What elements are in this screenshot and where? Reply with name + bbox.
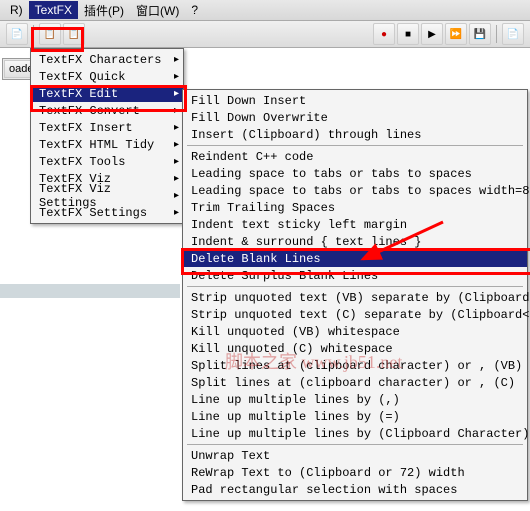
textfx-edit-submenu: Fill Down Insert Fill Down Overwrite Ins…: [182, 89, 528, 501]
mi-split-c[interactable]: Split lines at (clipboard character) or …: [183, 374, 527, 391]
mi-lineup-eq[interactable]: Line up multiple lines by (=): [183, 408, 527, 425]
mi-characters[interactable]: TextFX Characters: [31, 51, 183, 68]
mi-kill-vb[interactable]: Kill unquoted (VB) whitespace: [183, 323, 527, 340]
toolbar-btn[interactable]: 📄: [502, 23, 524, 45]
mi-split-vb[interactable]: Split lines at (clipboard character) or …: [183, 357, 527, 374]
mi-lineup-comma[interactable]: Line up multiple lines by (,): [183, 391, 527, 408]
selection-highlight: [0, 284, 180, 298]
editor-area: oade TextFX Characters TextFX Quick Text…: [0, 48, 530, 511]
menu-plugins[interactable]: 插件(P): [78, 0, 130, 21]
mi-tools[interactable]: TextFX Tools: [31, 153, 183, 170]
mi-vizsettings[interactable]: TextFX Viz Settings: [31, 187, 183, 204]
annotation-arrow-icon: [353, 217, 453, 277]
menu-window[interactable]: 窗口(W): [130, 0, 185, 21]
mi-reindent[interactable]: Reindent C++ code: [183, 148, 527, 165]
mi-lineup-clip[interactable]: Line up multiple lines by (Clipboard Cha…: [183, 425, 527, 442]
mi-trim[interactable]: Trim Trailing Spaces: [183, 199, 527, 216]
menu-sep: [187, 444, 523, 445]
mi-filldown-overwrite[interactable]: Fill Down Overwrite: [183, 109, 527, 126]
menu-prev[interactable]: R): [4, 1, 29, 19]
mi-rewrap[interactable]: ReWrap Text to (Clipboard or 72) width: [183, 464, 527, 481]
toolbar-btn[interactable]: 📄: [6, 23, 28, 45]
mi-quick[interactable]: TextFX Quick: [31, 68, 183, 85]
stop-icon[interactable]: ■: [397, 23, 419, 45]
mi-leadspace8[interactable]: Leading space to tabs or tabs to spaces …: [183, 182, 527, 199]
mi-insert-clipboard[interactable]: Insert (Clipboard) through lines: [183, 126, 527, 143]
annotation-box-2: [30, 85, 187, 112]
play-icon[interactable]: ▶: [421, 23, 443, 45]
record-icon[interactable]: ●: [373, 23, 395, 45]
mi-settings[interactable]: TextFX Settings: [31, 204, 183, 221]
mi-leadspace[interactable]: Leading space to tabs or tabs to spaces: [183, 165, 527, 182]
toolbar-sep: [496, 25, 497, 43]
mi-htmltidy[interactable]: TextFX HTML Tidy: [31, 136, 183, 153]
menu-sep: [187, 286, 523, 287]
mi-insert[interactable]: TextFX Insert: [31, 119, 183, 136]
mi-kill-c[interactable]: Kill unquoted (C) whitespace: [183, 340, 527, 357]
menu-help[interactable]: ?: [185, 1, 204, 19]
menu-textfx[interactable]: TextFX: [29, 1, 78, 19]
mi-pad-rect[interactable]: Pad rectangular selection with spaces: [183, 481, 527, 498]
save-icon[interactable]: 💾: [469, 23, 491, 45]
fastfwd-icon[interactable]: ⏩: [445, 23, 467, 45]
menubar: R) TextFX 插件(P) 窗口(W) ?: [0, 0, 530, 21]
mi-strip-c[interactable]: Strip unquoted text (C) separate by (Cli…: [183, 306, 527, 323]
mi-filldown-insert[interactable]: Fill Down Insert: [183, 92, 527, 109]
mi-unwrap[interactable]: Unwrap Text: [183, 447, 527, 464]
textfx-menu: TextFX Characters TextFX Quick TextFX Ed…: [30, 48, 184, 224]
mi-strip-vb[interactable]: Strip unquoted text (VB) separate by (Cl…: [183, 289, 527, 306]
annotation-box-1: [31, 27, 84, 52]
menu-sep: [187, 145, 523, 146]
